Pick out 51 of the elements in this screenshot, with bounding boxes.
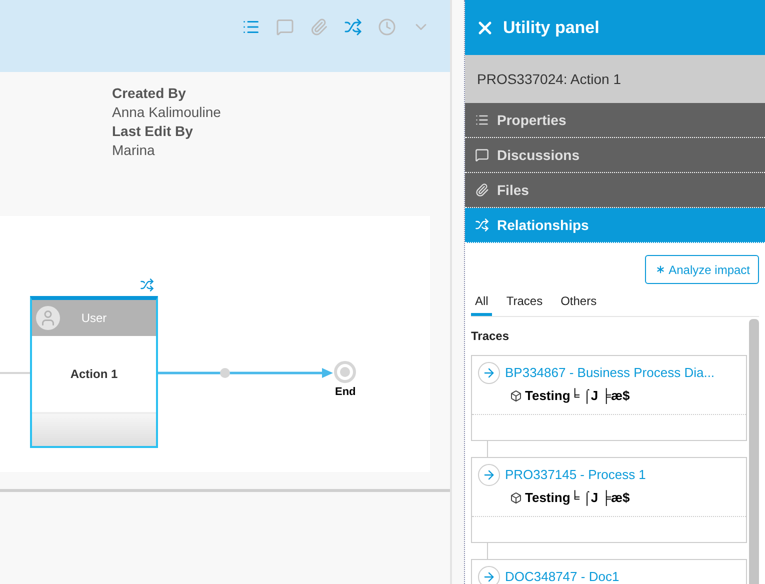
panel-title: Utility panel (503, 16, 600, 39)
field-label: Last Edit By (112, 122, 194, 141)
shuffle-icon (344, 18, 362, 36)
list-button[interactable] (242, 18, 260, 36)
node-title: Action 1 (70, 366, 118, 383)
tab[interactable]: Others (556, 292, 601, 316)
trace-card[interactable]: PRO337145 - Process 1 Testing╘ ⌠J ╞æ$ (471, 457, 747, 543)
list-icon (242, 18, 260, 36)
scrollbar[interactable] (749, 319, 759, 584)
arrow-right-icon (478, 464, 500, 486)
cube-icon (510, 390, 522, 402)
avatar-icon (36, 306, 60, 330)
trace-link[interactable]: PRO337145 - Process 1 (505, 465, 646, 485)
clock-icon (378, 18, 396, 36)
chat-icon (475, 148, 489, 162)
trace-card[interactable]: BP334867 - Business Process Dia... Testing╘ ⌠J ╞æ$ (471, 355, 747, 441)
accordion-header[interactable]: Relationships (465, 208, 765, 243)
tab[interactable]: Traces (502, 292, 547, 316)
connector-line (0, 372, 30, 374)
chat-button[interactable] (276, 18, 294, 36)
shuffle-icon (140, 278, 154, 292)
lane-label: User (80, 310, 108, 327)
trace-link[interactable]: DOC348747 - Doc1 (505, 567, 620, 584)
paperclip-icon (310, 18, 328, 36)
arrow-right-icon (478, 566, 500, 584)
list-icon (475, 113, 489, 127)
trace-card[interactable]: DOC348747 - Doc1 (471, 559, 747, 584)
shuffle-icon (475, 218, 489, 232)
cube-icon (510, 492, 522, 504)
chat-icon (276, 18, 294, 36)
tab[interactable]: All (471, 292, 492, 316)
field-value: Anna Kalimouline (112, 103, 222, 122)
field-label: Created By (112, 84, 187, 103)
end-event-icon (334, 361, 356, 383)
accordion-header[interactable]: Properties (465, 103, 765, 138)
action-node[interactable]: User Action 1 (30, 296, 158, 448)
accordion-header[interactable]: Files (465, 173, 765, 208)
trace-subtitle: Testing╘ ⌠J ╞æ$ (525, 489, 630, 508)
trace-subtitle: Testing╘ ⌠J ╞æ$ (525, 387, 630, 406)
trace-link[interactable]: BP334867 - Business Process Dia... (505, 363, 715, 383)
analyze-impact-button[interactable]: Analyze impact (644, 255, 759, 284)
paperclip-button[interactable] (310, 18, 328, 36)
end-label: End (335, 385, 356, 400)
field-value: Marina (112, 141, 156, 160)
arrow-right-icon (478, 362, 500, 384)
item-title: PROS337024: Action 1 (465, 55, 765, 103)
shuffle-button[interactable] (344, 18, 362, 36)
paperclip-icon (475, 183, 489, 197)
section-heading: Traces (471, 328, 510, 345)
accordion-header[interactable]: Discussions (465, 138, 765, 173)
clock-button[interactable] (378, 18, 396, 36)
